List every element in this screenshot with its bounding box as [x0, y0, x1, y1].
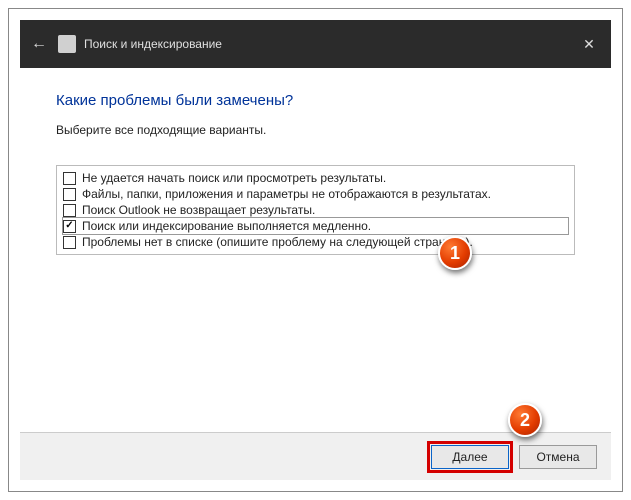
checkbox[interactable]	[63, 220, 76, 233]
footer: Далее Отмена	[20, 432, 611, 480]
option-label: Поиск Outlook не возвращает результаты.	[82, 203, 315, 217]
option-row[interactable]: Файлы, папки, приложения и параметры не …	[63, 186, 568, 202]
cancel-button[interactable]: Отмена	[519, 445, 597, 469]
option-row[interactable]: Не удается начать поиск или просмотреть …	[63, 170, 568, 186]
titlebar: ← Поиск и индексирование ✕	[20, 20, 611, 68]
window-title: Поиск и индексирование	[84, 37, 567, 51]
page-heading: Какие проблемы были замечены?	[56, 92, 575, 109]
next-button[interactable]: Далее	[431, 445, 509, 469]
option-label: Проблемы нет в списке (опишите проблему …	[82, 235, 473, 249]
back-arrow-icon[interactable]: ←	[20, 35, 58, 53]
checkbox[interactable]	[63, 188, 76, 201]
option-row[interactable]: Поиск Outlook не возвращает результаты.	[63, 202, 568, 218]
option-label: Поиск или индексирование выполняется мед…	[82, 219, 371, 233]
content-area: Какие проблемы были замечены? Выберите в…	[20, 68, 611, 432]
option-row-selected[interactable]: Поиск или индексирование выполняется мед…	[62, 217, 569, 235]
app-icon	[58, 35, 76, 53]
checkbox[interactable]	[63, 236, 76, 249]
option-row[interactable]: Проблемы нет в списке (опишите проблему …	[63, 234, 568, 250]
page-subtext: Выберите все подходящие варианты.	[56, 123, 575, 137]
annotation-marker-1: 1	[438, 236, 472, 270]
options-list: Не удается начать поиск или просмотреть …	[56, 165, 575, 255]
option-label: Не удается начать поиск или просмотреть …	[82, 171, 386, 185]
option-label: Файлы, папки, приложения и параметры не …	[82, 187, 491, 201]
close-icon[interactable]: ✕	[567, 20, 611, 68]
checkbox[interactable]	[63, 204, 76, 217]
annotation-marker-2: 2	[508, 403, 542, 437]
checkbox[interactable]	[63, 172, 76, 185]
